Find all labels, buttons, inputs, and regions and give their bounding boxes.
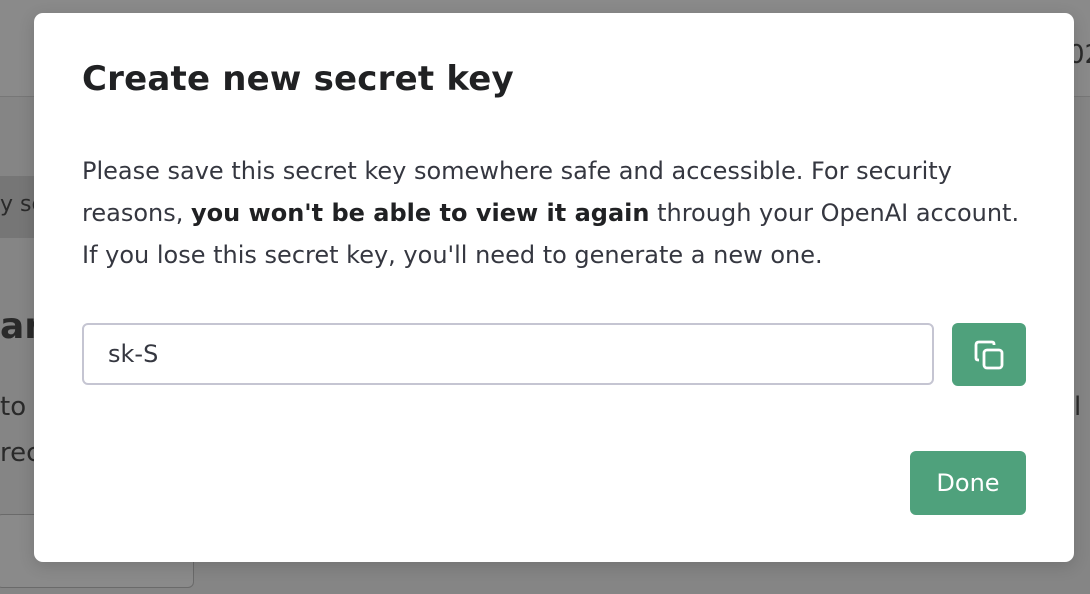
description-warning-bold: you won't be able to view it again [190, 199, 650, 227]
copy-icon [972, 338, 1006, 372]
background-text-fragment: to [0, 392, 27, 422]
dialog-title: Create new secret key [82, 59, 514, 99]
create-secret-key-dialog: Create new secret key Please save this s… [34, 13, 1074, 562]
dialog-description: Please save this secret key somewhere sa… [82, 150, 1032, 276]
secret-key-field[interactable] [82, 323, 934, 385]
copy-key-button[interactable] [952, 323, 1026, 386]
done-button[interactable]: Done [910, 451, 1026, 515]
background-text-fragment: l I [1074, 392, 1090, 422]
